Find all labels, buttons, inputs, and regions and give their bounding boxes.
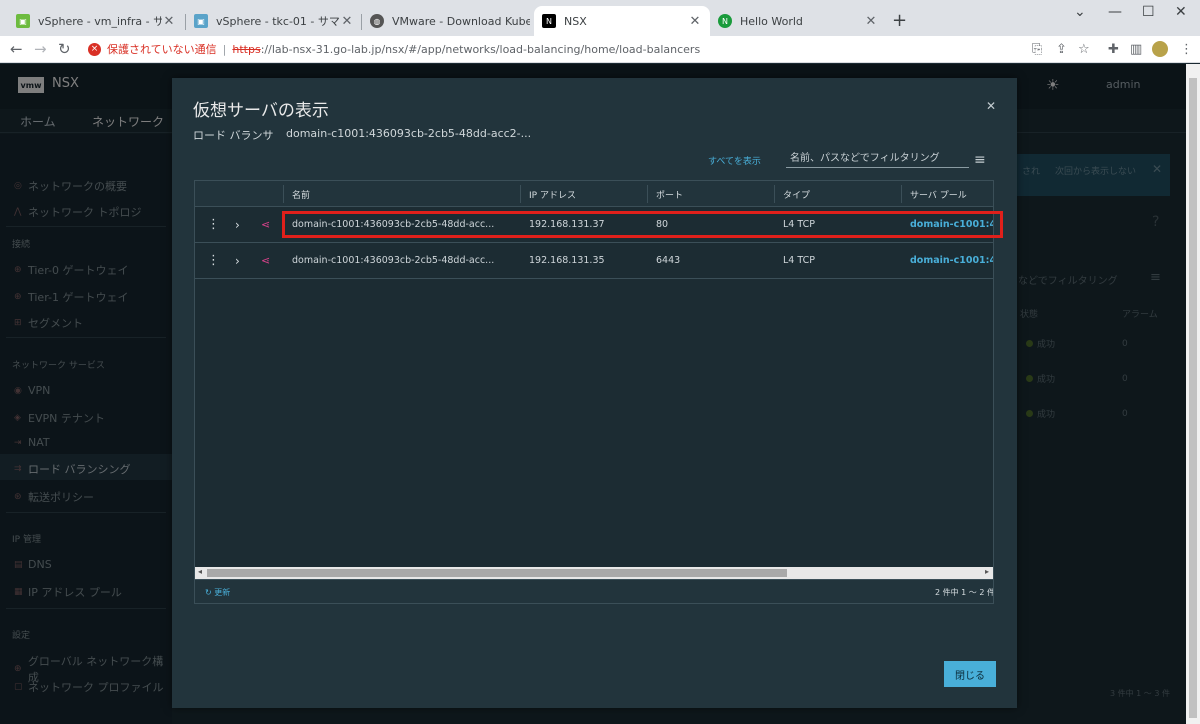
annotation-highlight-box: [282, 211, 1003, 238]
filter-input[interactable]: [786, 150, 969, 168]
grid-header: 名前 IP アドレス ポート タイプ サーバ プール: [195, 181, 993, 207]
scrollbar-thumb[interactable]: [207, 569, 787, 577]
profile-avatar[interactable]: [1152, 41, 1168, 57]
row-actions-kebab-icon[interactable]: ⋮: [207, 217, 220, 232]
pagination-info: 2 件中 1 ～ 2 件: [935, 588, 994, 597]
close-tab-icon[interactable]: ✕: [864, 14, 878, 29]
tab-title: vSphere - vm_infra - サマリ: [38, 15, 162, 28]
globe-icon: ◍: [370, 14, 384, 28]
row-ip: 192.168.131.35: [529, 255, 605, 266]
column-header-port[interactable]: ポート: [656, 188, 683, 201]
row-server-pool-link[interactable]: domain-c1001:436: [910, 255, 993, 266]
browser-tab-vmware-download[interactable]: ◍ VMware - Download Kubernetes: [362, 6, 538, 36]
show-all-link[interactable]: すべてを表示: [708, 154, 761, 167]
close-modal-icon[interactable]: ✕: [986, 99, 996, 113]
virtual-server-icon: ⋖: [261, 254, 271, 267]
vsphere-favicon-icon: ▣: [194, 14, 208, 28]
filter-icon[interactable]: ≡: [974, 152, 986, 168]
row-port: 6443: [656, 255, 681, 266]
grid-footer: ↻ 更新 2 件中 1 ～ 2 件: [195, 579, 994, 603]
security-label: 保護されていない通信: [107, 43, 217, 56]
tab-title: Hello World: [740, 14, 803, 28]
url-text: ://lab-nsx-31.go-lab.jp/nsx/#/app/networ…: [260, 42, 701, 56]
url-bar[interactable]: × 保護されていない通信 | https ://lab-nsx-31.go-la…: [80, 38, 1020, 60]
row-name: domain-c1001:436093cb-2cb5-48dd-acc...: [292, 255, 495, 266]
nsx-favicon-icon: N: [542, 14, 556, 28]
translate-icon[interactable]: ⎘: [1032, 42, 1042, 57]
tab-title: vSphere - tkc-01 - サマリ: [216, 15, 340, 28]
row-type: L4 TCP: [783, 255, 815, 266]
url-scheme: https: [232, 42, 261, 56]
expand-row-chevron-icon[interactable]: ›: [235, 218, 240, 232]
address-bar-row: ← → ↻ × 保護されていない通信 | https ://lab-nsx-31…: [0, 36, 1200, 63]
close-button[interactable]: 閉じる: [944, 661, 996, 687]
modal-title: 仮想サーバの表示: [193, 101, 329, 121]
maximize-icon[interactable]: ☐: [1142, 4, 1155, 20]
vsphere-favicon-icon: ▣: [16, 14, 30, 28]
browser-tab-vsphere-vm-infra[interactable]: ▣ vSphere - vm_infra - サマリ ✕: [8, 6, 184, 36]
table-row[interactable]: ⋮ › ⋖ domain-c1001:436093cb-2cb5-48dd-ac…: [195, 243, 993, 279]
reload-icon[interactable]: ↻: [58, 40, 71, 58]
close-tab-icon[interactable]: ✕: [162, 14, 176, 29]
load-balancer-value: domain-c1001:436093cb-2cb5-48dd-acc2-...: [286, 127, 532, 140]
expand-row-chevron-icon[interactable]: ›: [235, 254, 240, 268]
back-icon[interactable]: ←: [10, 40, 23, 58]
column-header-server-pool[interactable]: サーバ プール: [910, 188, 967, 201]
column-header-ip[interactable]: IP アドレス: [529, 188, 576, 201]
hello-world-favicon-icon: N: [718, 14, 732, 28]
share-icon[interactable]: ⇪: [1056, 42, 1067, 57]
browser-tab-nsx[interactable]: N NSX ✕: [534, 6, 710, 36]
side-panel-icon[interactable]: ▥: [1130, 42, 1142, 57]
load-balancer-label: ロード バランサ: [193, 129, 274, 142]
close-tab-icon[interactable]: ✕: [688, 14, 702, 29]
minimize-icon[interactable]: —: [1108, 4, 1122, 20]
refresh-icon: ↻: [205, 588, 215, 597]
scroll-right-icon[interactable]: ▸: [985, 567, 989, 576]
page-scrollbar[interactable]: [1186, 64, 1200, 724]
browser-menu-icon[interactable]: ⋮: [1180, 42, 1193, 57]
horizontal-scrollbar[interactable]: ◂ ▸: [195, 567, 993, 579]
browser-tab-vsphere-tkc[interactable]: ▣ vSphere - tkc-01 - サマリ ✕: [186, 6, 362, 36]
insecure-warning-icon: ×: [88, 42, 101, 56]
virtual-server-icon: ⋖: [261, 218, 271, 231]
browser-tab-bar: ▣ vSphere - vm_infra - サマリ ✕ ▣ vSphere -…: [0, 0, 1200, 36]
row-actions-kebab-icon[interactable]: ⋮: [207, 253, 220, 268]
tab-title: NSX: [564, 14, 587, 28]
close-tab-icon[interactable]: ✕: [340, 14, 354, 29]
column-header-type[interactable]: タイプ: [783, 188, 810, 201]
scroll-left-icon[interactable]: ◂: [198, 567, 202, 576]
virtual-servers-grid: 名前 IP アドレス ポート タイプ サーバ プール ⋮ › ⋖ domain-…: [194, 180, 994, 604]
tab-search-icon[interactable]: ⌄: [1074, 4, 1086, 20]
new-tab-button[interactable]: +: [892, 10, 907, 31]
close-window-icon[interactable]: ✕: [1175, 4, 1187, 20]
refresh-button[interactable]: ↻ 更新: [205, 587, 230, 598]
browser-tab-hello-world[interactable]: N Hello World ✕: [710, 6, 886, 36]
virtual-servers-modal: 仮想サーバの表示 ✕ ロード バランサ domain-c1001:436093c…: [172, 78, 1017, 708]
bookmark-star-icon[interactable]: ☆: [1078, 42, 1090, 57]
forward-icon[interactable]: →: [34, 40, 47, 58]
extensions-icon[interactable]: ✚: [1108, 42, 1119, 57]
page-scrollbar-thumb[interactable]: [1189, 78, 1197, 718]
tab-title: VMware - Download Kubernetes: [392, 14, 530, 28]
column-header-name[interactable]: 名前: [292, 188, 310, 201]
